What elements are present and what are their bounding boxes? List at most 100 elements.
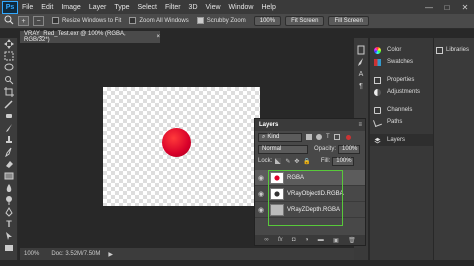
menu-view[interactable]: View <box>206 4 221 11</box>
menu-bar: Ps File Edit Image Layer Type Select Fil… <box>0 0 474 14</box>
kind-filter-value: Kind <box>267 134 280 140</box>
panel-color[interactable]: Color <box>370 44 433 56</box>
brush-settings-icon[interactable] <box>354 56 368 68</box>
zoom-out-icon[interactable]: − <box>33 16 44 26</box>
visibility-eye-icon[interactable]: ◉ <box>255 174 267 182</box>
eraser-tool-icon[interactable] <box>0 158 18 170</box>
channels-icon <box>374 106 381 114</box>
status-arrow-icon[interactable]: ▶ <box>108 251 113 258</box>
blend-mode-select[interactable]: Normal <box>258 144 308 154</box>
folder-icon[interactable]: ▬ <box>318 237 324 243</box>
lock-brush-icon[interactable]: ✎ <box>285 158 290 165</box>
panels-dock: Color Swatches Properties Adjustments Ch… <box>370 38 433 260</box>
fx-icon[interactable]: fx <box>278 237 283 243</box>
gradient-tool-icon[interactable] <box>0 170 18 182</box>
panel-libraries[interactable]: Libraries <box>434 44 474 56</box>
lasso-tool-icon[interactable] <box>0 62 18 74</box>
fill-field[interactable]: 100% <box>332 156 355 166</box>
blend-row: Normal Opacity: 100% <box>255 143 365 155</box>
move-tool-icon[interactable] <box>0 38 18 50</box>
document-title: VRAY_Red_Test.exr @ 100% (RGBA, RGB/32*) <box>24 31 126 43</box>
rectangle-tool-icon[interactable] <box>0 242 18 254</box>
crop-tool-icon[interactable] <box>0 86 18 98</box>
panel-paths[interactable]: Paths <box>370 116 433 128</box>
mask-icon[interactable]: ◘ <box>292 237 296 243</box>
panel-color-label: Color <box>387 47 402 53</box>
panel-layers[interactable]: Layers <box>370 134 433 146</box>
filter-type-icon[interactable]: T <box>326 134 330 140</box>
maximize-button[interactable]: □ <box>438 0 456 14</box>
menu-file[interactable]: File <box>22 4 33 11</box>
trash-icon[interactable]: 🗑 <box>348 237 356 244</box>
character-panel-icon[interactable]: A <box>354 68 368 80</box>
minimize-button[interactable]: — <box>420 0 438 14</box>
blur-tool-icon[interactable] <box>0 182 18 194</box>
filter-pixel-icon[interactable] <box>306 134 312 140</box>
close-tab-icon[interactable]: × <box>156 34 160 40</box>
menu-help[interactable]: Help <box>261 4 275 11</box>
history-brush-icon[interactable] <box>0 146 18 158</box>
adjustments-icon <box>374 88 381 96</box>
quick-select-icon[interactable] <box>0 74 18 86</box>
filter-adjust-icon[interactable] <box>316 134 322 140</box>
tools-panel: T <box>0 38 18 260</box>
menu-edit[interactable]: Edit <box>41 4 53 11</box>
zoom-tool-icon[interactable] <box>4 15 14 27</box>
type-tool-icon[interactable]: T <box>0 218 18 230</box>
visibility-eye-icon[interactable]: ◉ <box>255 206 267 214</box>
zoom-in-icon[interactable]: + <box>18 16 29 26</box>
red-sphere-render <box>162 128 191 157</box>
close-button[interactable]: ✕ <box>456 0 474 14</box>
menu-3d[interactable]: 3D <box>189 4 198 11</box>
layers-panel-header[interactable]: Layers ≡ <box>255 119 365 131</box>
brush-tool-icon[interactable] <box>0 122 18 134</box>
panel-adjustments-label: Adjustments <box>387 89 421 95</box>
filter-toggle-icon[interactable] <box>345 134 351 140</box>
menu-type[interactable]: Type <box>114 4 129 11</box>
menu-layer[interactable]: Layer <box>89 4 107 11</box>
fit-screen-button[interactable]: Fit Screen <box>285 16 325 26</box>
healing-brush-icon[interactable] <box>0 110 18 122</box>
visibility-eye-icon[interactable]: ◉ <box>255 190 267 198</box>
menu-select[interactable]: Select <box>138 4 157 11</box>
scrubby-zoom-checkbox[interactable] <box>196 17 207 25</box>
pen-tool-icon[interactable] <box>0 206 18 218</box>
panel-channels[interactable]: Channels <box>370 104 433 116</box>
filter-shape-icon[interactable] <box>333 134 340 140</box>
menu-filter[interactable]: Filter <box>165 4 181 11</box>
panel-properties[interactable]: Properties <box>370 74 433 86</box>
status-zoom[interactable]: 100% <box>24 251 39 257</box>
kind-filter-select[interactable]: ⌕ Kind <box>258 132 302 142</box>
menu-window[interactable]: Window <box>229 4 254 11</box>
adjustment-icon[interactable]: ◑ <box>305 237 309 243</box>
photoshop-logo: Ps <box>2 0 18 14</box>
lock-transparent-icon[interactable] <box>275 158 282 164</box>
status-bar: 100% Doc: 3.52M/7.50M ▶ <box>20 248 354 260</box>
path-select-icon[interactable] <box>0 230 18 242</box>
zoom-all-checkbox[interactable] <box>129 17 139 25</box>
panel-properties-label: Properties <box>387 77 415 83</box>
panel-channels-label: Channels <box>387 107 413 113</box>
zoom-100-button[interactable]: 100% <box>253 16 282 26</box>
eyedropper-icon[interactable] <box>0 98 18 110</box>
panel-menu-icon[interactable]: ≡ <box>358 122 362 128</box>
color-wheel-icon <box>374 46 381 54</box>
paragraph-panel-icon[interactable]: ¶ <box>354 80 368 92</box>
panel-libraries-label: Libraries <box>446 47 470 53</box>
marquee-tool-icon[interactable] <box>0 50 18 62</box>
dodge-tool-icon[interactable] <box>0 194 18 206</box>
opacity-field[interactable]: 100% <box>338 144 361 154</box>
clone-stamp-icon[interactable] <box>0 134 18 146</box>
lock-all-icon[interactable]: 🔒 <box>303 158 310 165</box>
lock-move-icon[interactable]: ✥ <box>294 158 299 165</box>
link-icon[interactable]: ∞ <box>264 237 268 243</box>
history-panel-icon[interactable] <box>354 44 368 56</box>
resize-windows-checkbox[interactable] <box>52 17 62 25</box>
fill-screen-button[interactable]: Fill Screen <box>328 16 369 26</box>
panel-swatches[interactable]: Swatches <box>370 56 433 68</box>
libraries-icon <box>436 46 443 54</box>
new-layer-icon[interactable]: ▣ <box>333 237 339 244</box>
panel-adjustments[interactable]: Adjustments <box>370 86 433 98</box>
menu-image[interactable]: Image <box>61 4 80 11</box>
document-tab[interactable]: VRAY_Red_Test.exr @ 100% (RGBA, RGB/32*)… <box>20 31 160 43</box>
